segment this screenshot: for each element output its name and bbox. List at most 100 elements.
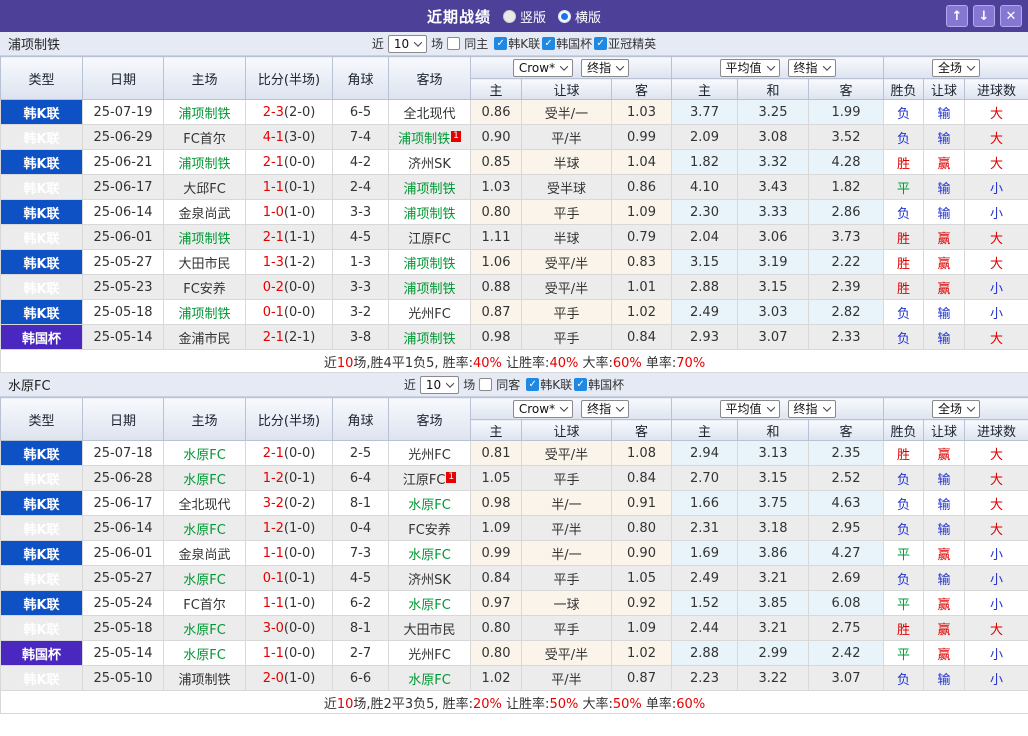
summary-segment: 50% bbox=[612, 696, 642, 712]
final-odds-select[interactable]: 终指 bbox=[581, 58, 630, 77]
same-venue-label: 同主 bbox=[464, 37, 489, 51]
match-rows: 韩K联 25-07-18 水原FC 2-1(0-0) 2-5 光州FC 0.81 受平/半 1.… bbox=[0, 440, 1028, 691]
final-odds-select-2[interactable]: 终指 bbox=[787, 58, 836, 77]
cell-avg-away: 2.75 bbox=[807, 615, 885, 641]
cell-league: 韩K联 bbox=[0, 465, 83, 491]
titlebar: 近期战绩 竖版 横版 ↑ ↓ ✕ bbox=[0, 0, 1028, 32]
league-checkbox[interactable]: ✓ bbox=[574, 378, 588, 391]
average-select[interactable]: 平均值 bbox=[719, 58, 780, 77]
cell-home: 浦项制铁 bbox=[163, 299, 246, 325]
away-team-name: 济州SK bbox=[408, 572, 451, 588]
final-odds-select[interactable]: 终指 bbox=[581, 399, 630, 418]
arrow-down-icon: ↓ bbox=[978, 8, 990, 24]
cell-avg-home: 1.82 bbox=[671, 149, 738, 175]
away-team-name: 江原FC bbox=[408, 231, 451, 247]
cell-date: 25-05-18 bbox=[82, 299, 164, 325]
league-filter[interactable]: ✓ 韩国杯 bbox=[542, 35, 592, 52]
cell-odds-away: 0.92 bbox=[611, 590, 672, 616]
col-type: 类型 bbox=[0, 397, 83, 441]
cell-home: FC首尔 bbox=[163, 590, 246, 616]
league-filter[interactable]: ✓ 韩国杯 bbox=[574, 376, 624, 393]
cell-goals: 大 bbox=[964, 124, 1028, 150]
cell-avg-draw: 3.21 bbox=[737, 615, 809, 641]
layout-radio-vertical[interactable]: 竖版 bbox=[502, 7, 546, 26]
away-team-name: 浦项制铁 bbox=[403, 206, 456, 222]
summary-segment: 场,胜4平1负5, 胜率: bbox=[353, 355, 474, 371]
cell-league: 韩K联 bbox=[0, 224, 83, 250]
scope-group-header: 全场 bbox=[883, 397, 1028, 420]
home-team-name: 金泉尚武 bbox=[178, 547, 231, 563]
cell-result: 负 bbox=[883, 324, 925, 350]
filter-controls: 近 10 场 同客 ✓ 韩K联 ✓ 韩国杯 bbox=[0, 375, 1028, 394]
cell-odds-home: 0.85 bbox=[470, 149, 522, 175]
layout-radio-horizontal[interactable]: 横版 bbox=[558, 7, 601, 26]
scope-select-value: 全场 bbox=[938, 61, 963, 75]
cell-odds-home: 0.86 bbox=[470, 99, 522, 125]
arrow-up-icon: ↑ bbox=[951, 8, 963, 24]
cell-avg-away: 1.82 bbox=[807, 174, 885, 200]
cell-odds-home: 1.11 bbox=[470, 224, 522, 250]
match-row: 韩K联 25-05-10 浦项制铁 2-0(1-0) 6-6 水原FC 1.02 平/半 0.8… bbox=[0, 665, 1028, 691]
radio-unselected-icon[interactable] bbox=[502, 9, 516, 23]
odds-group-header: Crow* 终指 bbox=[470, 56, 672, 79]
cell-home: 全北现代 bbox=[163, 490, 246, 516]
cell-corner: 1-3 bbox=[332, 249, 389, 275]
league-filter[interactable]: ✓ 亚冠精英 bbox=[594, 35, 656, 52]
league-filter[interactable]: ✓ 韩K联 bbox=[526, 376, 572, 393]
cell-odds-away: 0.80 bbox=[611, 515, 672, 541]
league-filter-group: ✓ 韩K联 ✓ 韩国杯 bbox=[524, 376, 624, 393]
cell-avg-home: 1.52 bbox=[671, 590, 738, 616]
league-checkbox[interactable]: ✓ bbox=[542, 37, 556, 50]
fulltime-score: 0-1 bbox=[262, 304, 284, 320]
scope-select[interactable]: 全场 bbox=[932, 399, 981, 418]
bookmaker-select[interactable]: Crow* bbox=[512, 58, 574, 77]
col-odds-handicap: 让球 bbox=[521, 78, 612, 100]
scope-select[interactable]: 全场 bbox=[932, 58, 981, 77]
home-team-name: 全北现代 bbox=[178, 497, 231, 513]
cell-goals: 小 bbox=[964, 174, 1028, 200]
cell-odds-home: 0.88 bbox=[470, 274, 522, 300]
cell-result: 胜 bbox=[883, 224, 925, 250]
fulltime-score: 2-3 bbox=[262, 104, 284, 120]
move-up-button[interactable]: ↑ bbox=[946, 5, 968, 27]
cell-odds-away: 1.02 bbox=[611, 299, 672, 325]
cell-corner: 4-2 bbox=[332, 149, 389, 175]
cell-corner: 3-3 bbox=[332, 199, 389, 225]
col-handicap-result: 让球 bbox=[923, 78, 966, 100]
final-odds-select-value: 终指 bbox=[587, 402, 612, 416]
bookmaker-select-value: Crow* bbox=[518, 60, 556, 75]
cell-home: 水原FC bbox=[163, 465, 246, 491]
league-checkbox[interactable]: ✓ bbox=[494, 37, 508, 50]
move-down-button[interactable]: ↓ bbox=[973, 5, 995, 27]
recent-count-select[interactable]: 10 bbox=[387, 34, 428, 53]
cell-odds-away: 1.05 bbox=[611, 565, 672, 591]
match-row: 韩K联 25-05-27 大田市民 1-3(1-2) 1-3 浦项制铁 1.06 受平/半 0.… bbox=[0, 249, 1028, 275]
same-venue-checkbox[interactable] bbox=[479, 378, 493, 391]
league-checkbox[interactable]: ✓ bbox=[526, 378, 540, 391]
cell-score: 0-1(0-0) bbox=[245, 299, 333, 325]
away-team-name: 浦项制铁 bbox=[403, 256, 456, 272]
summary-segment: 60% bbox=[676, 696, 706, 712]
average-select[interactable]: 平均值 bbox=[719, 399, 780, 418]
away-team-name: FC安养 bbox=[408, 522, 451, 538]
recent-count-select[interactable]: 10 bbox=[419, 375, 460, 394]
close-button[interactable]: ✕ bbox=[1000, 5, 1022, 27]
radio-selected-icon[interactable] bbox=[558, 9, 571, 23]
home-team-name: 大田市民 bbox=[178, 256, 231, 272]
away-team-name: 浦项制铁 bbox=[398, 131, 451, 147]
cell-odds-away: 0.83 bbox=[611, 249, 672, 275]
col-odds-handicap: 让球 bbox=[521, 419, 612, 441]
cell-handicap-result: 赢 bbox=[923, 540, 966, 566]
cell-avg-home: 1.66 bbox=[671, 490, 738, 516]
cell-away: 光州FC bbox=[388, 299, 471, 325]
final-odds-select-2[interactable]: 终指 bbox=[787, 399, 836, 418]
cell-goals: 小 bbox=[964, 565, 1028, 591]
bookmaker-select[interactable]: Crow* bbox=[512, 399, 574, 418]
cell-handicap: 平手 bbox=[521, 565, 612, 591]
cell-home: 金浦市民 bbox=[163, 324, 246, 350]
home-team-name: 水原FC bbox=[183, 572, 226, 588]
same-venue-checkbox[interactable] bbox=[447, 37, 461, 50]
league-checkbox[interactable]: ✓ bbox=[594, 37, 608, 50]
league-filter[interactable]: ✓ 韩K联 bbox=[494, 35, 540, 52]
col-score: 比分(半场) bbox=[245, 397, 333, 441]
